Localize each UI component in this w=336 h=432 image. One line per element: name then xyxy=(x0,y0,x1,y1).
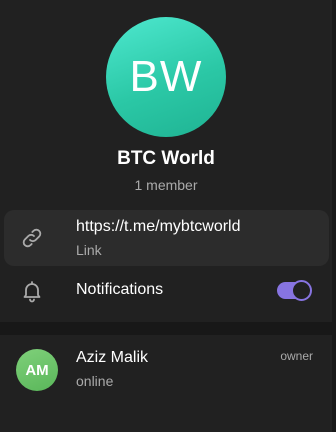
chat-avatar-initials: BW xyxy=(129,52,203,101)
member-name: Aziz Malik xyxy=(76,349,149,366)
notifications-toggle-knob xyxy=(291,280,312,301)
link-icon xyxy=(20,226,44,250)
chat-info-header: BW BTC World 1 member https://t.me/mybtc… xyxy=(0,0,332,322)
notifications-row[interactable]: Notifications xyxy=(4,266,329,316)
chat-info-panel: BW BTC World 1 member https://t.me/mybtc… xyxy=(0,0,332,432)
invite-link-row[interactable]: https://t.me/mybtcworld Link xyxy=(4,210,329,266)
chat-member-count: 1 member xyxy=(134,177,198,193)
chat-title: BTC World xyxy=(117,148,215,169)
member-role-badge: owner xyxy=(280,349,313,363)
invite-link-value: https://t.me/mybtcworld xyxy=(76,218,241,235)
notifications-label: Notifications xyxy=(76,281,164,298)
section-divider xyxy=(0,322,332,335)
notifications-toggle[interactable] xyxy=(277,280,312,301)
member-list-item[interactable]: AM Aziz Malik online owner xyxy=(0,335,332,405)
invite-link-caption: Link xyxy=(76,242,102,258)
member-avatar-initials: AM xyxy=(25,361,49,379)
bell-icon xyxy=(20,279,44,303)
chat-avatar[interactable]: BW xyxy=(106,17,226,137)
member-avatar: AM xyxy=(16,349,58,391)
member-status: online xyxy=(76,373,114,389)
